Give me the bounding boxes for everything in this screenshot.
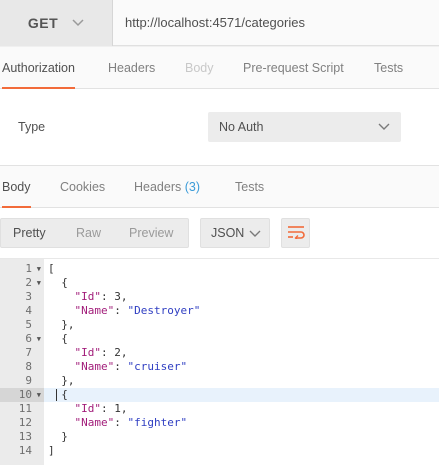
code-line: 3 "Id": 3, — [0, 290, 439, 304]
url-input[interactable]: http://localhost:4571/categories — [113, 0, 439, 46]
line-number: 4 — [0, 304, 44, 318]
code-text: "Name": "fighter" — [74, 416, 188, 429]
wrap-lines-icon — [287, 225, 305, 242]
headers-count-badge: (3) — [184, 180, 201, 194]
code-line: 4 "Name": "Destroyer" — [0, 304, 439, 318]
auth-type-value: No Auth — [219, 120, 264, 134]
method-select[interactable]: GET — [0, 0, 113, 46]
line-number-text: 14 — [18, 444, 32, 457]
chevron-down-icon — [72, 16, 84, 30]
line-number-text: 5 — [25, 318, 32, 331]
line-number: 13 — [0, 430, 44, 444]
code-text: [ — [48, 262, 55, 275]
tab-body[interactable]: Body — [185, 47, 214, 89]
code-text: "Name": "cruiser" — [74, 360, 188, 373]
line-number-text: 13 — [18, 430, 32, 443]
line-number: 3 — [0, 290, 44, 304]
code-text: { — [48, 332, 68, 345]
line-number-text: 8 — [25, 360, 32, 373]
request-tabs: Authorization Headers Body Pre-request S… — [0, 47, 439, 90]
code-line: 13 } — [0, 430, 439, 444]
code-line: 8 "Name": "cruiser" — [0, 360, 439, 374]
line-number: 5 — [0, 318, 44, 332]
auth-type-select[interactable]: No Auth — [208, 112, 401, 142]
auth-type-label: Type — [18, 120, 46, 134]
method-label: GET — [27, 15, 59, 31]
line-number: 9 — [0, 374, 44, 388]
line-number-text: 6 — [25, 332, 32, 345]
chevron-down-icon — [248, 226, 262, 243]
line-number-text: 4 — [25, 304, 32, 317]
tab-cookies[interactable]: Cookies — [60, 166, 105, 208]
tab-response-headers-label: Headers — [134, 180, 182, 194]
tab-response-headers[interactable]: Headers (3) — [134, 166, 200, 208]
code-text: "Name": "Destroyer" — [74, 304, 201, 317]
line-number: 8 — [0, 360, 44, 374]
view-mode-pretty[interactable]: Pretty — [13, 219, 46, 247]
code-line: 7 "Id": 2, — [0, 346, 439, 360]
fold-arrow-icon[interactable]: ▼ — [37, 262, 41, 276]
authorization-panel: Type No Auth — [0, 89, 439, 166]
fold-arrow-icon[interactable]: ▼ — [37, 332, 41, 346]
format-select[interactable]: JSON — [200, 218, 270, 248]
line-number-text: 1 — [25, 262, 32, 275]
response-toolbar: Pretty Raw Preview JSON — [0, 208, 439, 258]
line-number: 6 ▼ — [0, 332, 44, 346]
line-number: 1 ▼ — [0, 262, 44, 276]
line-number: 7 — [0, 346, 44, 360]
line-number-text: 9 — [25, 374, 32, 387]
code-text: "Id": 1, — [74, 402, 128, 415]
line-number-text: 3 — [25, 290, 32, 303]
view-mode-preview[interactable]: Preview — [129, 219, 173, 247]
tab-response-body[interactable]: Body — [2, 166, 31, 209]
code-text: "Id": 2, — [74, 346, 128, 359]
code-line: 14] — [0, 444, 439, 458]
code-text: { — [48, 388, 68, 401]
wrap-lines-button[interactable] — [281, 218, 310, 248]
response-tabs: Body Cookies Headers (3) Tests — [0, 166, 439, 209]
code-text: }, — [48, 374, 75, 387]
line-number-text: 10 — [18, 388, 32, 401]
line-number: 12 — [0, 416, 44, 430]
code-text: ] — [48, 444, 55, 457]
tab-response-tests[interactable]: Tests — [235, 166, 264, 208]
code-text: } — [48, 430, 68, 443]
text-cursor — [56, 389, 57, 401]
line-number: 11 — [0, 402, 44, 416]
line-number: 2 ▼ — [0, 276, 44, 290]
code-line: 10 ▼ { — [0, 388, 439, 402]
view-mode-switch: Pretty Raw Preview — [0, 218, 189, 248]
line-number-text: 11 — [18, 402, 32, 415]
line-number: 10 ▼ — [0, 388, 44, 402]
code-line: 6 ▼ { — [0, 332, 439, 346]
response-body-viewer[interactable]: 1 ▼[2 ▼ {3 "Id": 3, 4 "Name": "Destroyer" 5 … — [0, 258, 439, 465]
code-text: { — [48, 276, 68, 289]
line-number-text: 7 — [25, 346, 32, 359]
tab-authorization[interactable]: Authorization — [2, 47, 75, 90]
tab-pre-request-script[interactable]: Pre-request Script — [243, 47, 344, 89]
code-line: 1 ▼[ — [0, 262, 439, 276]
line-number-text: 2 — [25, 276, 32, 289]
code-text: "Id": 3, — [74, 290, 128, 303]
code-line: 2 ▼ { — [0, 276, 439, 290]
code-text: }, — [48, 318, 75, 331]
view-mode-raw[interactable]: Raw — [76, 219, 101, 247]
code-line: 9 }, — [0, 374, 439, 388]
code-line: 5 }, — [0, 318, 439, 332]
chevron-down-icon — [377, 119, 391, 136]
fold-arrow-icon[interactable]: ▼ — [37, 388, 41, 402]
line-number-text: 12 — [18, 416, 32, 429]
line-number: 14 — [0, 444, 44, 458]
code-line: 12 "Name": "fighter" — [0, 416, 439, 430]
fold-arrow-icon[interactable]: ▼ — [37, 276, 41, 290]
format-value: JSON — [211, 226, 245, 240]
tab-headers[interactable]: Headers — [108, 47, 155, 89]
tab-tests[interactable]: Tests — [374, 47, 403, 89]
request-bar: GET http://localhost:4571/categories — [0, 0, 439, 47]
code-line: 11 "Id": 1, — [0, 402, 439, 416]
